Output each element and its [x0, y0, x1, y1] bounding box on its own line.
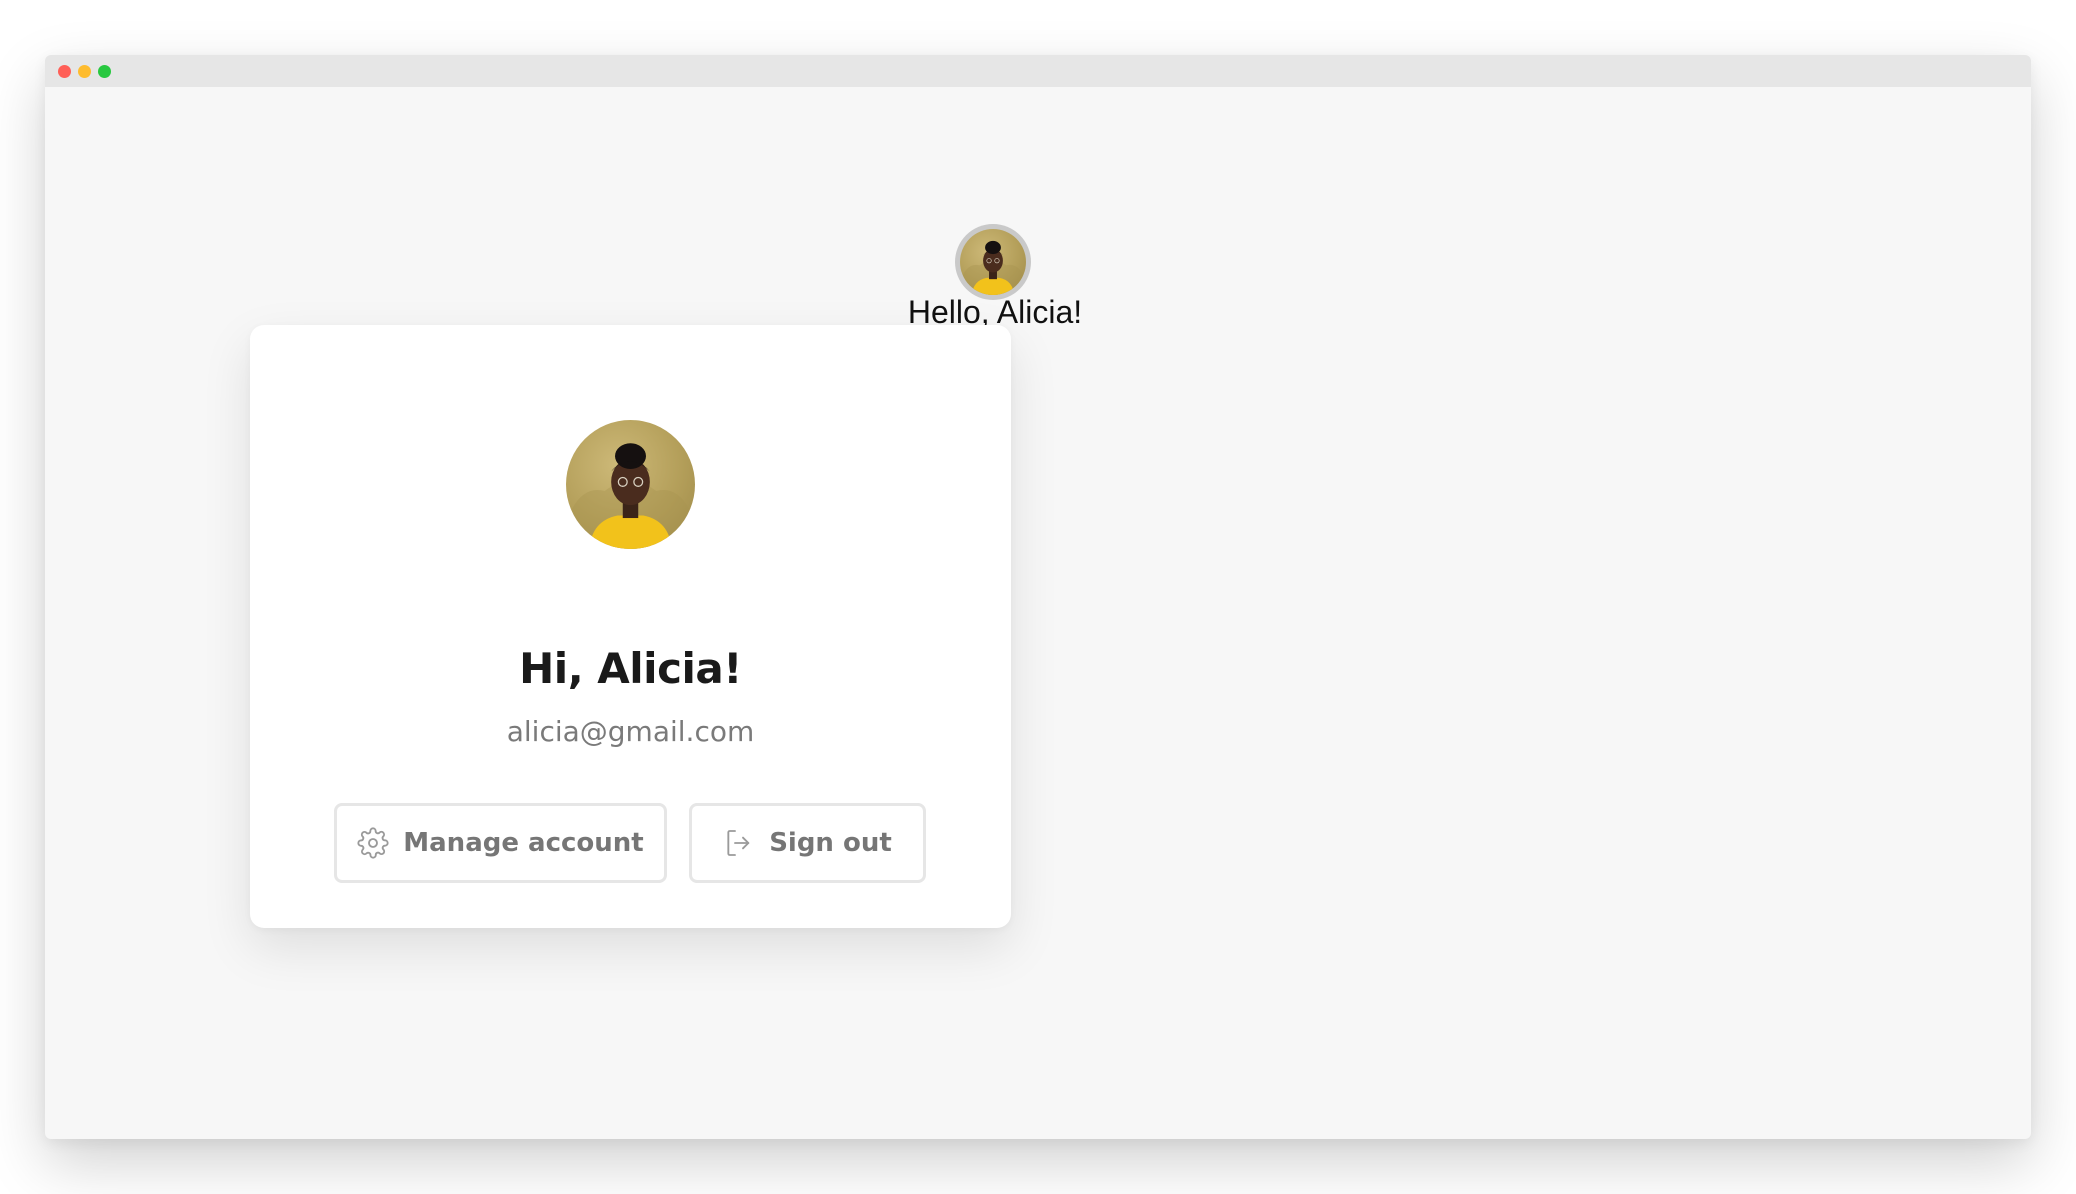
manage-account-label: Manage account [403, 828, 644, 858]
profile-photo-icon [960, 240, 1026, 295]
gear-icon [357, 827, 389, 859]
profile-card: Hi, Alicia! alicia@gmail.com Manage acco… [250, 325, 1011, 928]
window-titlebar [45, 55, 2031, 87]
page-title: Hi, Alicia! [519, 644, 742, 693]
avatar [960, 229, 1026, 295]
manage-account-button[interactable]: Manage account [334, 803, 667, 883]
profile-photo-icon [566, 443, 695, 549]
user-email: alicia@gmail.com [506, 715, 755, 748]
minimize-window-button[interactable] [78, 65, 91, 78]
close-window-button[interactable] [58, 65, 71, 78]
header-avatar-button[interactable] [955, 224, 1031, 300]
sign-out-icon [723, 827, 755, 859]
sign-out-label: Sign out [769, 828, 892, 858]
zoom-window-button[interactable] [98, 65, 111, 78]
avatar [566, 420, 695, 549]
sign-out-button[interactable]: Sign out [689, 803, 926, 883]
